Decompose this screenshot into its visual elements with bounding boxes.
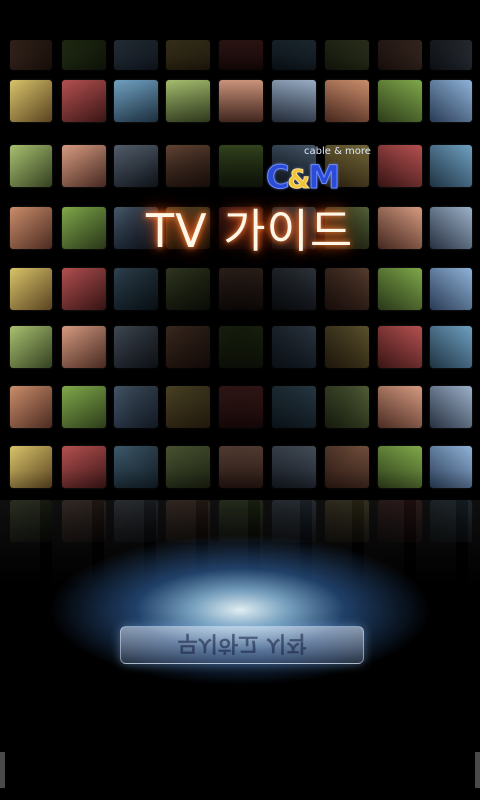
tv-thumbnail [10, 40, 52, 70]
tv-thumbnail [430, 40, 472, 70]
tv-thumbnail [325, 446, 369, 488]
floor-reflection [0, 500, 480, 590]
tv-thumbnail [272, 40, 316, 70]
tv-thumbnail [325, 326, 369, 368]
tv-thumbnail [430, 386, 472, 428]
app-title: TV 가이드 [146, 204, 354, 258]
tv-thumbnail [10, 446, 52, 488]
tv-thumbnail [325, 80, 369, 122]
tv-thumbnail [272, 326, 316, 368]
tv-thumbnail [272, 268, 316, 310]
right-edge-handle [475, 752, 480, 788]
tv-thumbnail [325, 386, 369, 428]
logo-ampersand: & [287, 165, 311, 196]
tv-thumbnail [10, 268, 52, 310]
tv-thumbnail [325, 268, 369, 310]
tv-thumbnail [430, 145, 472, 187]
logo-tagline: cable & more [304, 146, 371, 157]
tv-thumbnail [219, 386, 263, 428]
tv-thumbnail [62, 268, 106, 310]
tv-thumbnail [62, 207, 106, 249]
tv-thumbnail [378, 80, 422, 122]
tv-thumbnail [378, 268, 422, 310]
logo-letter-m: M [308, 158, 341, 197]
tv-thumbnail-wall [0, 0, 480, 560]
tv-thumbnail [219, 326, 263, 368]
tv-thumbnail [10, 207, 52, 249]
tv-thumbnail [166, 386, 210, 428]
logo-mark: C&M [265, 158, 341, 197]
tv-thumbnail [62, 40, 106, 70]
tv-thumbnail [272, 386, 316, 428]
tv-thumbnail [114, 145, 158, 187]
start-button-label: 무시하고 시작 [177, 630, 307, 655]
logo-letter-c: C [265, 158, 290, 197]
tv-thumbnail [219, 268, 263, 310]
tv-thumbnail [378, 40, 422, 70]
cm-logo: cable & more C&M [265, 146, 370, 197]
tv-thumbnail [114, 40, 158, 70]
tv-thumbnail [430, 80, 472, 122]
tv-thumbnail [166, 80, 210, 122]
tv-thumbnail [114, 386, 158, 428]
tv-thumbnail [62, 326, 106, 368]
tv-thumbnail [430, 326, 472, 368]
splash-screen: cable & more C&M TV 가이드 무시하고 시작 [0, 0, 480, 800]
tv-thumbnail [114, 268, 158, 310]
tv-thumbnail [62, 80, 106, 122]
tv-thumbnail [325, 40, 369, 70]
tv-thumbnail [378, 207, 422, 249]
tv-thumbnail [114, 326, 158, 368]
tv-thumbnail [378, 386, 422, 428]
tv-thumbnail [166, 326, 210, 368]
tv-thumbnail [219, 145, 263, 187]
tv-thumbnail [10, 326, 52, 368]
tv-thumbnail [430, 446, 472, 488]
tv-thumbnail [166, 268, 210, 310]
tv-thumbnail [114, 446, 158, 488]
tv-thumbnail [62, 145, 106, 187]
tv-thumbnail [219, 446, 263, 488]
tv-thumbnail [114, 80, 158, 122]
tv-thumbnail [430, 207, 472, 249]
start-button[interactable]: 무시하고 시작 [120, 626, 364, 664]
tv-thumbnail [10, 386, 52, 428]
tv-thumbnail [378, 326, 422, 368]
tv-thumbnail [430, 268, 472, 310]
tv-thumbnail [272, 80, 316, 122]
tv-thumbnail [219, 40, 263, 70]
tv-thumbnail [10, 80, 52, 122]
tv-thumbnail [166, 446, 210, 488]
left-edge-handle [0, 752, 5, 788]
tv-thumbnail [62, 446, 106, 488]
tv-thumbnail [62, 386, 106, 428]
tv-thumbnail [272, 446, 316, 488]
tv-thumbnail [378, 446, 422, 488]
tv-thumbnail [378, 145, 422, 187]
tv-thumbnail [166, 40, 210, 70]
tv-thumbnail [219, 80, 263, 122]
tv-thumbnail [166, 145, 210, 187]
tv-thumbnail [10, 145, 52, 187]
